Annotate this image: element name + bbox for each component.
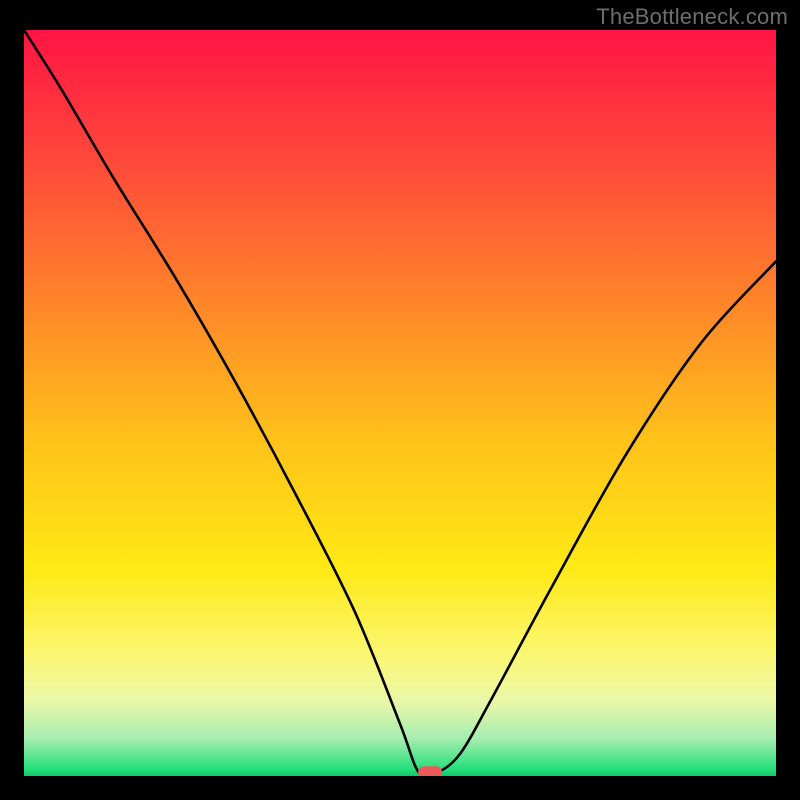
plot-area <box>24 30 776 776</box>
chart-svg <box>24 30 776 776</box>
watermark-text: TheBottleneck.com <box>596 4 788 30</box>
chart-frame: TheBottleneck.com <box>0 0 800 800</box>
gradient-background <box>24 30 776 776</box>
optimal-marker <box>418 766 442 776</box>
